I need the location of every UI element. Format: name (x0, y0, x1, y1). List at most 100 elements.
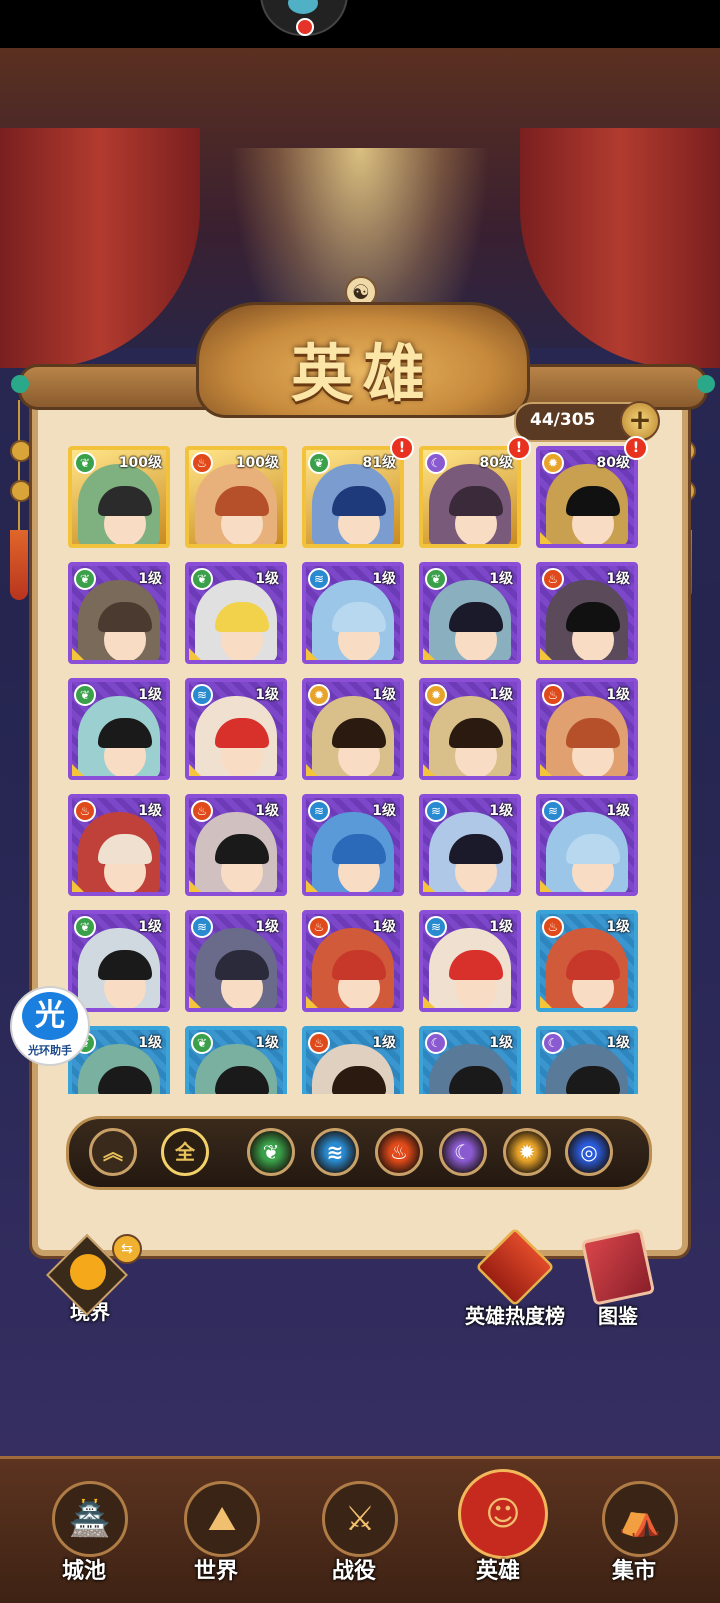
hero-portrait (312, 928, 394, 1008)
hero-card[interactable]: ≋ 1级 (419, 794, 521, 896)
rarity-corner (72, 880, 84, 892)
leaf-element-icon: ❦ (74, 568, 96, 590)
hero-card[interactable]: ≋ 1级 (302, 562, 404, 664)
alert-badge-icon: ! (390, 436, 414, 460)
hero-card[interactable]: ≋ 1级 (302, 794, 404, 896)
nav-label: 英雄 (475, 1559, 520, 1584)
hero-card[interactable]: ≋ 1级 (185, 910, 287, 1012)
hero-card[interactable]: ♨ 1级 (302, 910, 404, 1012)
hero-level: 100级 (235, 455, 279, 471)
rarity-corner (540, 996, 552, 1008)
rarity-corner (423, 880, 435, 892)
hero-card[interactable]: ❦ 1级 (185, 562, 287, 664)
water-element-icon: ≋ (425, 916, 447, 938)
rarity-corner (423, 764, 435, 776)
nav-tab-2[interactable]: ⚔ 战役 (304, 1479, 404, 1589)
rarity-corner (189, 764, 201, 776)
hero-hair (98, 1066, 152, 1094)
hero-card[interactable]: ♨ 100级 (185, 446, 287, 548)
hero-card[interactable]: ≋ 1级 (419, 910, 521, 1012)
fire-element-icon: ♨ (542, 916, 564, 938)
hero-card[interactable]: ♨ 1级 (536, 910, 638, 1012)
hero-hair (566, 602, 620, 632)
filter-all-label: 全 (175, 1140, 195, 1164)
hero-hair (449, 950, 503, 980)
rarity-corner (540, 764, 552, 776)
water-element-icon: ≋ (308, 800, 330, 822)
hero-card[interactable]: ♨ 1级 (185, 794, 287, 896)
hero-hair (449, 602, 503, 632)
hero-card[interactable]: ❦ 100级 (68, 446, 170, 548)
rarity-corner (189, 648, 201, 660)
hero-portrait (78, 464, 160, 544)
nav-tab-3[interactable]: ☺ 英雄 (448, 1469, 548, 1589)
filter-sun-button[interactable]: ✹ (503, 1128, 551, 1176)
hero-card[interactable]: ❦ 1级 (68, 910, 170, 1012)
hero-count: 44/305 (530, 410, 596, 430)
hero-card[interactable]: ☾ 1级 (536, 1026, 638, 1094)
plus-icon[interactable]: + (620, 401, 660, 441)
hero-card[interactable]: ☾ 80级 (419, 446, 521, 548)
nav-tab-1[interactable]: ⛰ 世界 (166, 1479, 266, 1589)
floating-pet-icon[interactable] (260, 0, 348, 36)
moon-element-icon: ☾ (425, 1032, 447, 1054)
hero-level: 1级 (489, 919, 513, 935)
hero-level: 100级 (118, 455, 162, 471)
hero-portrait (312, 464, 394, 544)
hero-portrait (78, 812, 160, 892)
hero-hair (332, 834, 386, 864)
hero-hair (449, 834, 503, 864)
hero-grid[interactable]: ❦ 100级 ♨ 100级 ❦ 81级 ☾ 80级 ✹ 80级 ❦ 1级 ❦ 1级 ≋ 1级 ❦ 1级 ♨ 1级 ❦ 1级… (68, 446, 648, 1094)
nav-tab-4[interactable]: ⛺ 集市 (584, 1479, 684, 1589)
rarity-corner (72, 648, 84, 660)
filter-moon-button[interactable]: ☾ (439, 1128, 487, 1176)
filter-collapse-button[interactable]: ︽ (89, 1128, 137, 1176)
codex-button[interactable]: 图鉴 (578, 1228, 658, 1329)
rarity-corner (540, 648, 552, 660)
hero-level: 80级 (479, 455, 513, 471)
hero-card[interactable]: ❦ 1级 (419, 562, 521, 664)
fire-element-icon: ♨ (191, 452, 213, 474)
hero-card[interactable]: ❦ 1级 (185, 1026, 287, 1094)
hero-card[interactable]: ❦ 81级 (302, 446, 404, 548)
filter-leaf-button[interactable]: ❦ (247, 1128, 295, 1176)
filter-vortex-button[interactable]: ◎ (565, 1128, 613, 1176)
moon-element-icon: ☾ (542, 1032, 564, 1054)
hero-level: 1级 (138, 1035, 162, 1051)
hero-card[interactable]: ✹ 80级 (536, 446, 638, 548)
mountain-icon: ⛰ (184, 1481, 260, 1557)
hero-card[interactable]: ✹ 1级 (419, 678, 521, 780)
hero-card[interactable]: ☾ 1级 (419, 1026, 521, 1094)
hero-card[interactable]: ♨ 1级 (536, 678, 638, 780)
crossed-swords-icon: ⚔ (322, 1481, 398, 1557)
hero-hair (566, 486, 620, 516)
hero-level: 1级 (372, 687, 396, 703)
rarity-corner (540, 880, 552, 892)
hero-level: 1级 (255, 571, 279, 587)
hero-card[interactable]: ≋ 1级 (536, 794, 638, 896)
hero-card[interactable]: ✹ 1级 (302, 678, 404, 780)
halo-assistant-button[interactable]: 光 光环助手 (10, 986, 90, 1066)
fire-element-icon: ♨ (191, 800, 213, 822)
filter-water-button[interactable]: ≋ (311, 1128, 359, 1176)
hero-card[interactable]: ♨ 1级 (536, 562, 638, 664)
hero-hair (215, 486, 269, 516)
hero-portrait (429, 812, 511, 892)
hero-card[interactable]: ❦ 1级 (68, 562, 170, 664)
hero-portrait (546, 928, 628, 1008)
nav-tab-0[interactable]: 🏯 城池 (34, 1479, 134, 1589)
filter-fire-button[interactable]: ♨ (375, 1128, 423, 1176)
hero-card[interactable]: ♨ 1级 (302, 1026, 404, 1094)
realm-button[interactable]: ⇆ 境界 (44, 1233, 142, 1325)
hero-card[interactable]: ♨ 1级 (68, 794, 170, 896)
hero-ranking-button[interactable]: 英雄热度榜 (456, 1227, 574, 1329)
hero-hair (449, 718, 503, 748)
hero-hair (566, 834, 620, 864)
hero-level: 1级 (372, 1035, 396, 1051)
hero-card[interactable]: ❦ 1级 (68, 678, 170, 780)
filter-all-button[interactable]: 全 (161, 1128, 209, 1176)
rarity-corner (306, 764, 318, 776)
leaf-element-icon: ❦ (74, 452, 96, 474)
nav-label: 战役 (331, 1559, 376, 1584)
hero-card[interactable]: ≋ 1级 (185, 678, 287, 780)
